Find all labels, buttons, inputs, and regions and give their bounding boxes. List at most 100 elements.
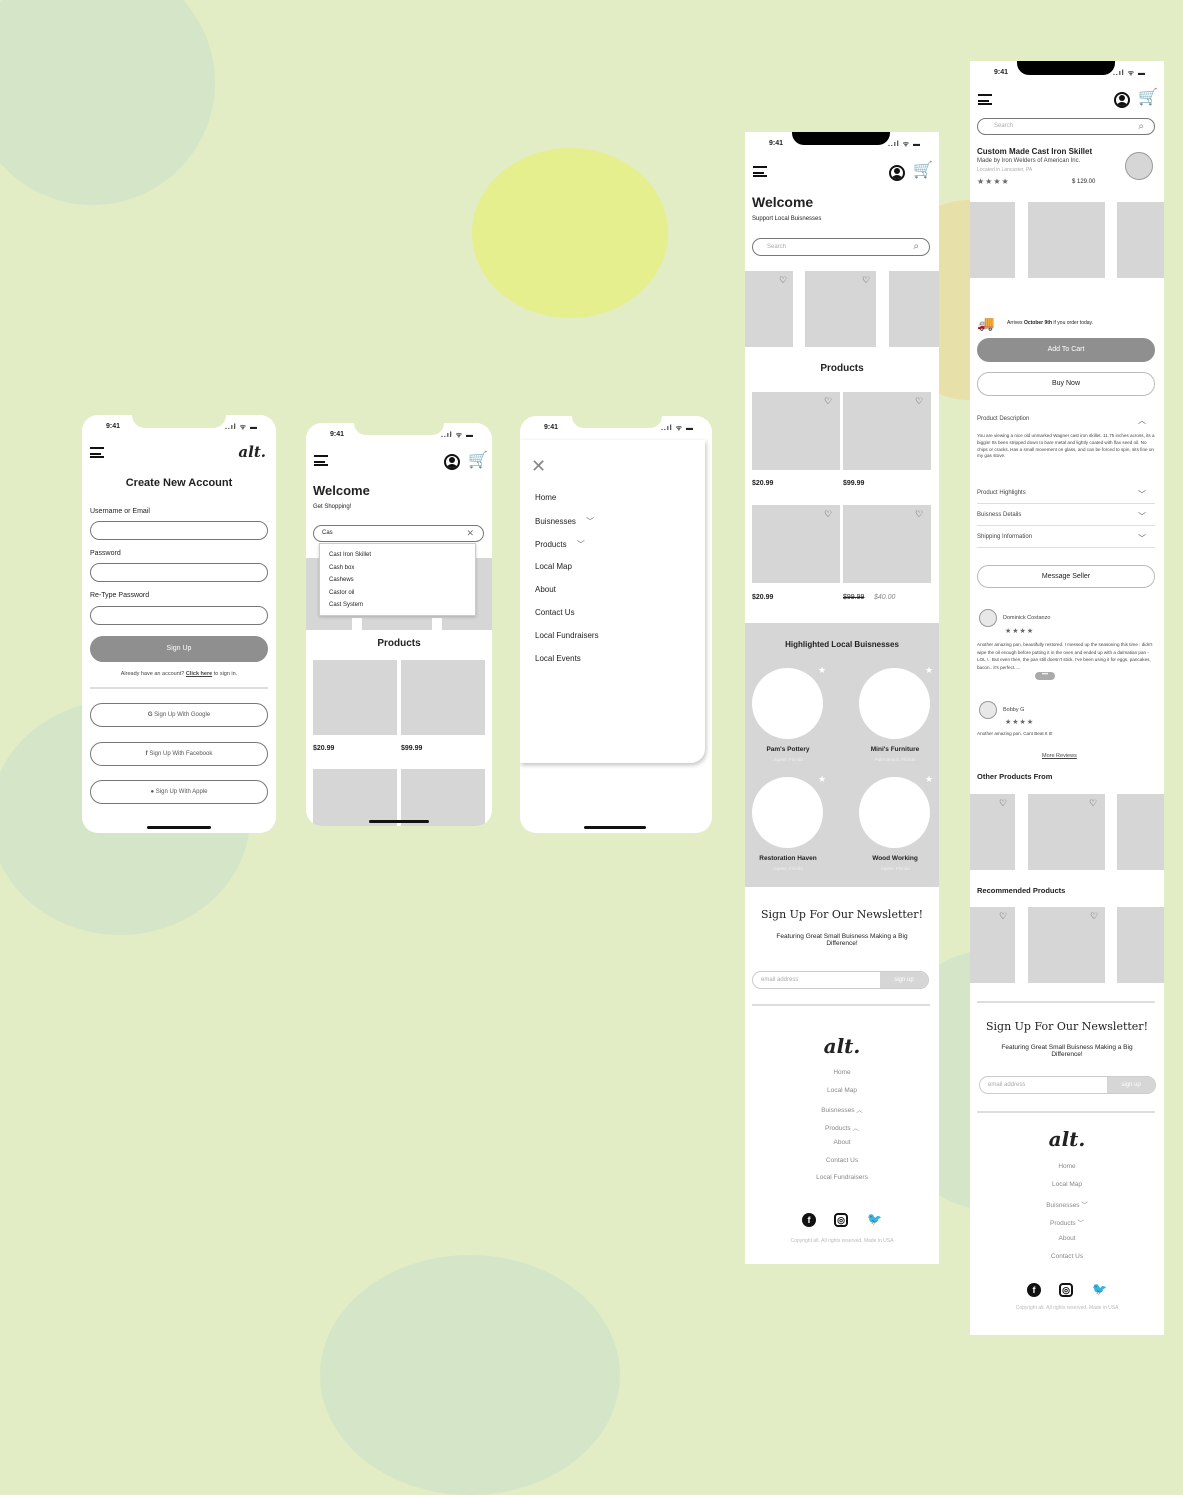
chevron-down-icon[interactable]: ﹀ <box>575 540 585 549</box>
suggestion-item[interactable]: Cast System <box>329 602 363 608</box>
chevron-down-icon[interactable]: ﹀ <box>1138 511 1146 522</box>
carousel-item[interactable] <box>889 271 939 347</box>
menu-item-buisnesses[interactable]: Buisnesses ﹀ <box>535 516 594 527</box>
menu-icon[interactable] <box>753 166 767 177</box>
menu-icon[interactable] <box>314 455 328 466</box>
add-to-cart-button[interactable]: Add To Cart <box>977 338 1155 362</box>
password-field[interactable] <box>90 563 268 582</box>
heart-icon[interactable]: ♡ <box>914 396 924 406</box>
account-icon[interactable] <box>444 454 460 470</box>
product-image[interactable] <box>313 769 397 826</box>
more-icon[interactable]: ••• <box>1035 672 1055 680</box>
product-image[interactable] <box>401 769 485 826</box>
search-input[interactable]: Cas ✕ <box>313 525 484 542</box>
menu-item-contact-us[interactable]: Contact Us <box>535 608 575 617</box>
highlights-heading[interactable]: Product Highlights <box>977 490 1026 496</box>
heart-icon[interactable]: ♡ <box>778 275 788 285</box>
product-image[interactable] <box>1117 794 1164 870</box>
shipping-heading[interactable]: Shipping Information <box>977 534 1032 540</box>
logo[interactable]: alt. <box>238 443 266 461</box>
suggestion-item[interactable]: Castor oil <box>329 590 354 596</box>
footer-link-products[interactable]: Products ﹀ <box>970 1217 1164 1227</box>
buy-now-button[interactable]: Buy Now <box>977 372 1155 396</box>
account-icon[interactable] <box>1114 92 1130 108</box>
star-icon[interactable]: ★ <box>818 774 826 785</box>
suggestion-item[interactable]: Cashews <box>329 577 354 583</box>
facebook-icon[interactable]: f <box>1027 1283 1041 1297</box>
instagram-icon[interactable]: ◎ <box>1059 1283 1073 1297</box>
close-icon[interactable]: ✕ <box>531 456 546 477</box>
heart-icon[interactable]: ♡ <box>1088 798 1098 808</box>
heart-icon[interactable]: ♡ <box>1089 911 1099 921</box>
product-image[interactable] <box>401 660 485 735</box>
cart-icon[interactable]: 🛒 <box>468 453 488 469</box>
newsletter-signup-button[interactable]: sign up <box>1107 1077 1155 1093</box>
chevron-down-icon[interactable]: ﹀ <box>1138 489 1146 500</box>
menu-item-products[interactable]: Products ﹀ <box>535 539 585 550</box>
heart-icon[interactable]: ♡ <box>914 509 924 519</box>
business-image[interactable] <box>752 668 823 739</box>
business-image[interactable] <box>859 668 930 739</box>
chevron-down-icon[interactable]: ﹀ <box>1076 1220 1084 1227</box>
chevron-up-icon[interactable]: ︿ <box>1138 415 1146 426</box>
chevron-down-icon[interactable]: ﹀ <box>584 517 594 526</box>
footer-link-contact-us[interactable]: Contact Us <box>970 1253 1164 1260</box>
more-reviews-link[interactable]: More Reviews <box>1042 753 1077 759</box>
product-image[interactable] <box>1117 907 1164 983</box>
footer-link-buisnesses[interactable]: Buisnesses ﹀ <box>970 1199 1164 1209</box>
heart-icon[interactable]: ♡ <box>823 396 833 406</box>
search-input[interactable]: Search ⌕ <box>752 238 930 256</box>
star-icon[interactable]: ★ <box>925 774 933 785</box>
heart-icon[interactable]: ♡ <box>998 911 1008 921</box>
description-heading[interactable]: Product Description <box>977 416 1029 422</box>
message-seller-button[interactable]: Message Seller <box>977 565 1155 588</box>
heart-icon[interactable]: ♡ <box>823 509 833 519</box>
business-name[interactable]: Mini's Furniture <box>855 746 935 753</box>
instagram-icon[interactable]: ◎ <box>834 1213 848 1227</box>
apple-signup-button[interactable]: ● Sign Up With Apple <box>90 780 268 804</box>
business-name[interactable]: Wood Working <box>855 855 935 862</box>
chevron-up-icon[interactable]: ︿ <box>854 1107 863 1114</box>
menu-item-home[interactable]: Home <box>535 493 556 502</box>
business-image[interactable] <box>752 777 823 848</box>
product-image[interactable] <box>313 660 397 735</box>
facebook-icon[interactable]: f <box>802 1213 816 1227</box>
star-icon[interactable]: ★ <box>925 665 933 676</box>
footer-link-local-map[interactable]: Local Map <box>745 1087 939 1094</box>
click-here-link[interactable]: Click here <box>186 671 212 677</box>
footer-link-products[interactable]: Products ︿ <box>745 1122 939 1132</box>
search-icon[interactable]: ⌕ <box>1138 119 1144 134</box>
clear-icon[interactable]: ✕ <box>466 526 474 541</box>
suggestion-item[interactable]: Cash box <box>329 565 354 571</box>
business-name[interactable]: Pam's Pottery <box>748 746 828 753</box>
retype-password-field[interactable] <box>90 606 268 625</box>
signup-button[interactable]: Sign Up <box>90 636 268 662</box>
business-image[interactable] <box>859 777 930 848</box>
menu-item-local-events[interactable]: Local Events <box>535 654 581 663</box>
cart-icon[interactable]: 🛒 <box>1138 90 1158 106</box>
business-details-heading[interactable]: Buisness Details <box>977 512 1021 518</box>
account-icon[interactable] <box>889 165 905 181</box>
footer-link-contact-us[interactable]: Contact Us <box>745 1157 939 1164</box>
product-image[interactable] <box>970 202 1015 278</box>
product-image[interactable] <box>970 794 1015 870</box>
menu-item-about[interactable]: About <box>535 585 556 594</box>
google-signup-button[interactable]: G Sign Up With Google <box>90 703 268 727</box>
email-input[interactable]: email address sign up <box>752 971 929 989</box>
heart-icon[interactable]: ♡ <box>998 798 1008 808</box>
footer-link-about[interactable]: About <box>970 1235 1164 1242</box>
product-image[interactable] <box>970 907 1015 983</box>
footer-logo[interactable]: alt. <box>970 1127 1164 1151</box>
star-icon[interactable]: ★ <box>818 665 826 676</box>
footer-link-home[interactable]: Home <box>970 1163 1164 1170</box>
heart-icon[interactable]: ♡ <box>861 275 871 285</box>
search-icon[interactable]: ⌕ <box>913 239 919 255</box>
chevron-down-icon[interactable]: ﹀ <box>1079 1202 1088 1209</box>
menu-icon[interactable] <box>90 447 104 458</box>
business-name[interactable]: Restoration Haven <box>748 855 828 862</box>
menu-icon[interactable] <box>978 94 992 105</box>
footer-logo[interactable]: alt. <box>745 1034 939 1058</box>
username-field[interactable] <box>90 521 268 540</box>
footer-link-local-fundraisers[interactable]: Local Fundraisers <box>745 1174 939 1181</box>
cart-icon[interactable]: 🛒 <box>913 163 933 179</box>
